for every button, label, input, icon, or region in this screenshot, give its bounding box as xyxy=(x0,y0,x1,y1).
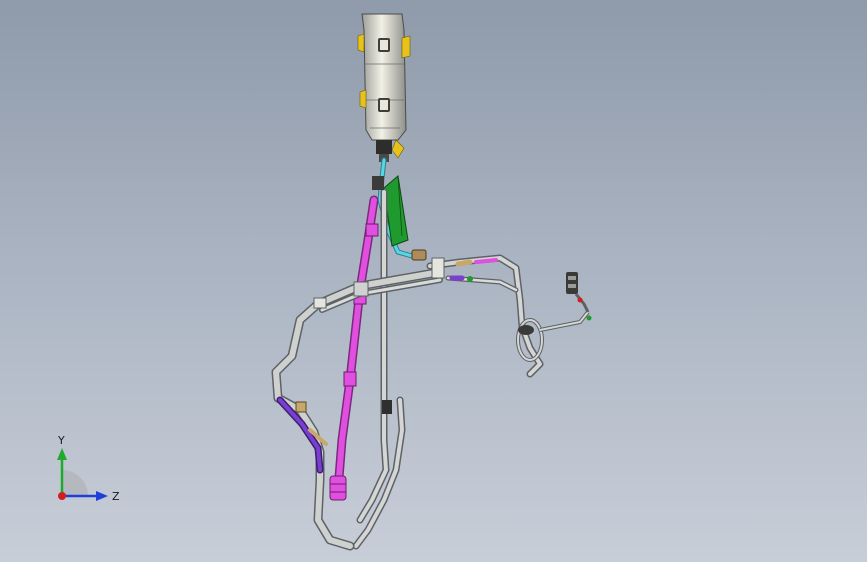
z-axis-label: Z xyxy=(112,490,120,503)
cad-viewport[interactable]: Y Z xyxy=(0,0,867,562)
coordinate-triad: Y Z xyxy=(57,434,120,503)
x-axis-dot xyxy=(58,492,66,500)
green-panel[interactable] xyxy=(383,175,409,247)
canister[interactable] xyxy=(357,13,411,162)
tube-assembly-model[interactable] xyxy=(0,0,867,562)
magenta-pipe[interactable] xyxy=(329,195,379,501)
y-axis-label: Y xyxy=(57,434,65,447)
